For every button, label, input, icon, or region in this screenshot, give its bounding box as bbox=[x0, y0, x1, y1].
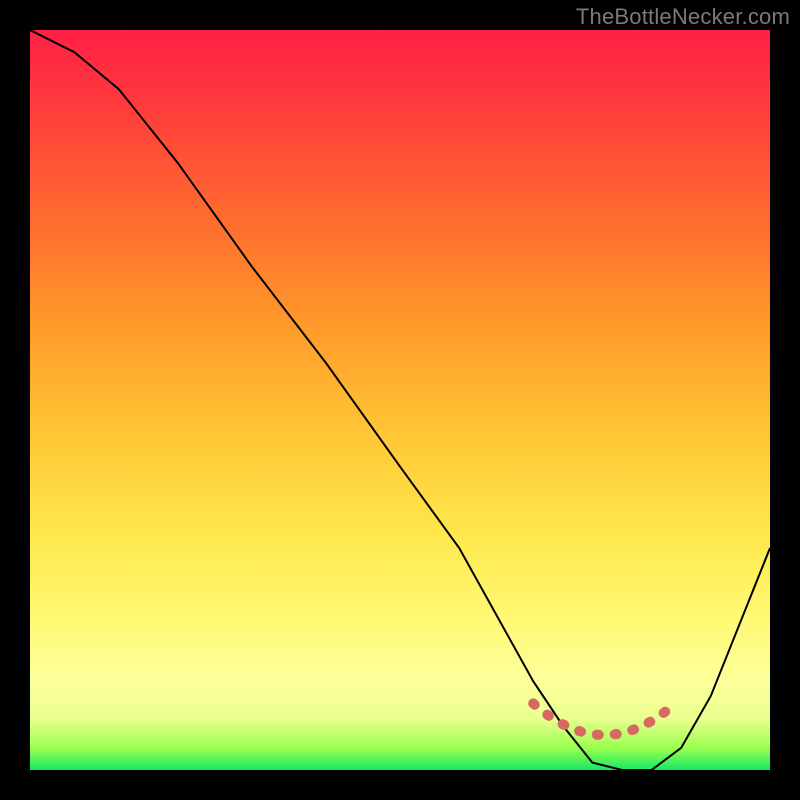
watermark-text: TheBottleNecker.com bbox=[576, 4, 790, 30]
bottleneck-curve-svg bbox=[30, 30, 770, 770]
chart-frame: TheBottleNecker.com bbox=[0, 0, 800, 800]
plot-area bbox=[30, 30, 770, 770]
bottleneck-curve bbox=[30, 30, 770, 770]
trough-highlight bbox=[533, 703, 666, 735]
